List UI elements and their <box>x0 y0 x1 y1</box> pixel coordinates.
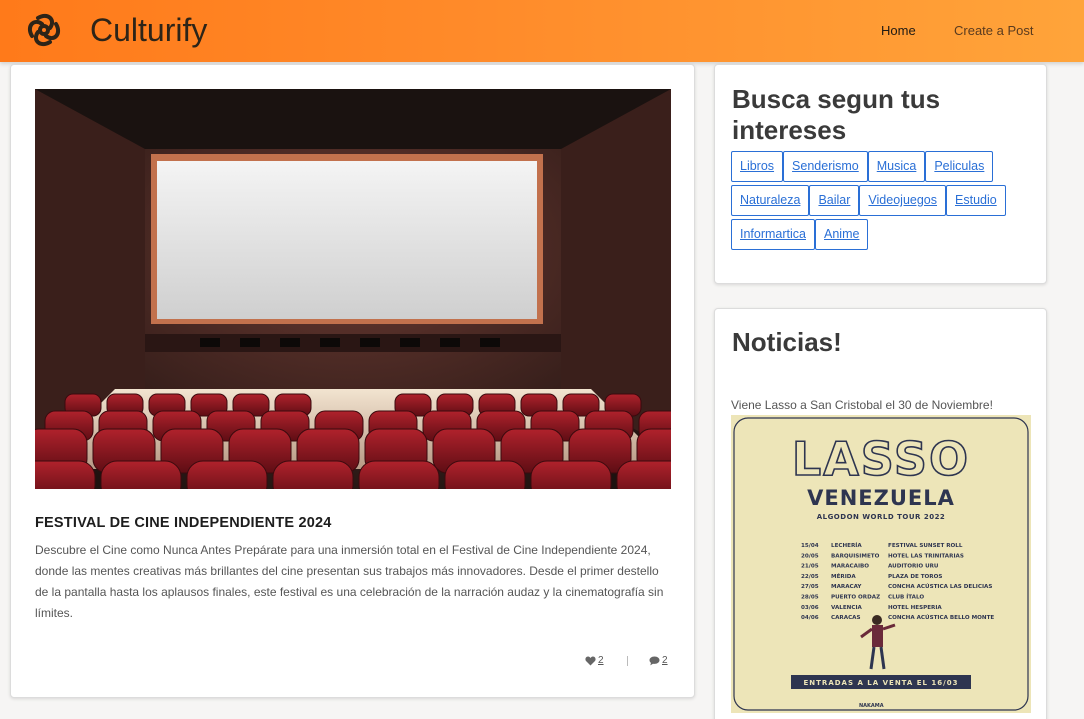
tag-row: Informartica Anime <box>731 219 1031 250</box>
poster-date-cell: FESTIVAL SUNSET ROLL <box>888 543 963 549</box>
poster-cta: ENTRADAS A LA VENTA EL 16/03 <box>804 679 959 687</box>
heart-icon <box>585 655 596 666</box>
poster-date-cell: VALENCIA <box>831 605 863 611</box>
interest-tag-naturaleza[interactable]: Naturaleza <box>731 185 810 216</box>
poster-date-cell: 28/05 <box>801 595 819 601</box>
poster-tour: ALGODON WORLD TOUR 2022 <box>817 513 946 521</box>
interest-tag-informartica[interactable]: Informartica <box>731 219 815 250</box>
poster-date-cell: PLAZA DE TOROS <box>888 574 942 580</box>
actions-divider <box>627 656 628 666</box>
top-navbar: Culturify Home Create a Post <box>0 0 1084 62</box>
interest-tag-anime[interactable]: Anime <box>815 219 869 250</box>
nav-create-post-link[interactable]: Create a Post <box>954 22 1034 40</box>
interest-tag-videojuegos[interactable]: Videojuegos <box>859 185 947 216</box>
poster-date-cell: 15/04 <box>801 543 819 549</box>
post-body: Descubre el Cine como Nunca Antes Prepár… <box>35 543 664 620</box>
poster-date-cell: MÉRIDA <box>831 572 856 580</box>
news-card: Noticias! Viene Lasso a San Cristobal el… <box>714 308 1047 719</box>
poster-date-cell: HOTEL HESPERIA <box>888 605 942 611</box>
brand-name[interactable]: Culturify <box>90 10 207 50</box>
like-count: 2 <box>598 655 604 666</box>
nav-home-link[interactable]: Home <box>881 22 916 40</box>
news-headline[interactable]: Viene Lasso a San Cristobal el 30 de Nov… <box>731 398 993 412</box>
poster-date-cell: LECHERÍA <box>831 541 862 549</box>
interest-tag-estudio[interactable]: Estudio <box>946 185 1006 216</box>
poster-date-cell: MARACAIBO <box>831 564 869 570</box>
poster-date-cell: 20/05 <box>801 553 819 559</box>
knot-logo-icon[interactable] <box>24 10 64 50</box>
poster-date-cell: 27/05 <box>801 584 819 590</box>
poster-date-cell: CLUB ÍTALO <box>888 593 924 601</box>
news-title: Noticias! <box>732 327 842 357</box>
cinema-theater-image <box>35 89 671 489</box>
interests-card: Busca segun tus intereses Libros Senderis… <box>714 64 1047 284</box>
poster-date-cell: CONCHA ACÚSTICA BELLO MONTE <box>888 614 994 621</box>
interests-title: Busca segun tus intereses <box>732 84 941 145</box>
post-actions: 2 2 <box>585 655 675 671</box>
interest-tag-libros[interactable]: Libros <box>731 151 784 182</box>
poster-date-cell: MARACAY <box>831 584 862 590</box>
post-image[interactable] <box>35 89 671 489</box>
poster-date-cell: HOTEL LAS TRINITARIAS <box>888 553 964 559</box>
post-title[interactable]: FESTIVAL DE CINE INDEPENDIENTE 2024 <box>35 515 332 531</box>
interest-tag-senderismo[interactable]: Senderismo <box>783 151 868 182</box>
poster-footer: NAKAMA <box>859 703 884 709</box>
interest-tags: Libros Senderismo Musica Peliculas Naturalez… <box>731 151 1031 253</box>
poster-country: VENEZUELA <box>807 486 955 510</box>
comment-icon <box>649 655 660 665</box>
concert-poster: LASSO VENEZUELA ALGODON WORLD TOUR 2022 … <box>731 415 1031 713</box>
poster-date-cell: 21/05 <box>801 564 819 570</box>
poster-date-cell: 03/06 <box>801 605 819 611</box>
comment-button[interactable]: 2 <box>649 655 668 666</box>
poster-artist: LASSO <box>792 432 970 486</box>
tag-row: Naturaleza Bailar Videojuegos Estudio <box>731 185 1031 216</box>
interest-tag-peliculas[interactable]: Peliculas <box>925 151 994 182</box>
poster-date-cell: CARACAS <box>831 615 861 621</box>
poster-date-cell: PUERTO ORDAZ <box>831 595 880 601</box>
poster-date-cell: BARQUISIMETO <box>831 553 880 559</box>
poster-date-cell: 04/06 <box>801 615 819 621</box>
poster-date-cell: 22/05 <box>801 574 819 580</box>
like-button[interactable]: 2 <box>585 655 604 666</box>
poster-date-cell: AUDITORIO URU <box>888 564 939 570</box>
comment-count: 2 <box>662 655 668 666</box>
post-card: FESTIVAL DE CINE INDEPENDIENTE 2024 Desc… <box>10 64 695 698</box>
interest-tag-musica[interactable]: Musica <box>867 151 926 182</box>
poster-date-cell: CONCHA ACÚSTICA LAS DELICIAS <box>888 583 992 590</box>
interest-tag-bailar[interactable]: Bailar <box>809 185 860 216</box>
news-poster-image[interactable]: LASSO VENEZUELA ALGODON WORLD TOUR 2022 … <box>731 415 1031 713</box>
tag-row: Libros Senderismo Musica Peliculas <box>731 151 1031 182</box>
